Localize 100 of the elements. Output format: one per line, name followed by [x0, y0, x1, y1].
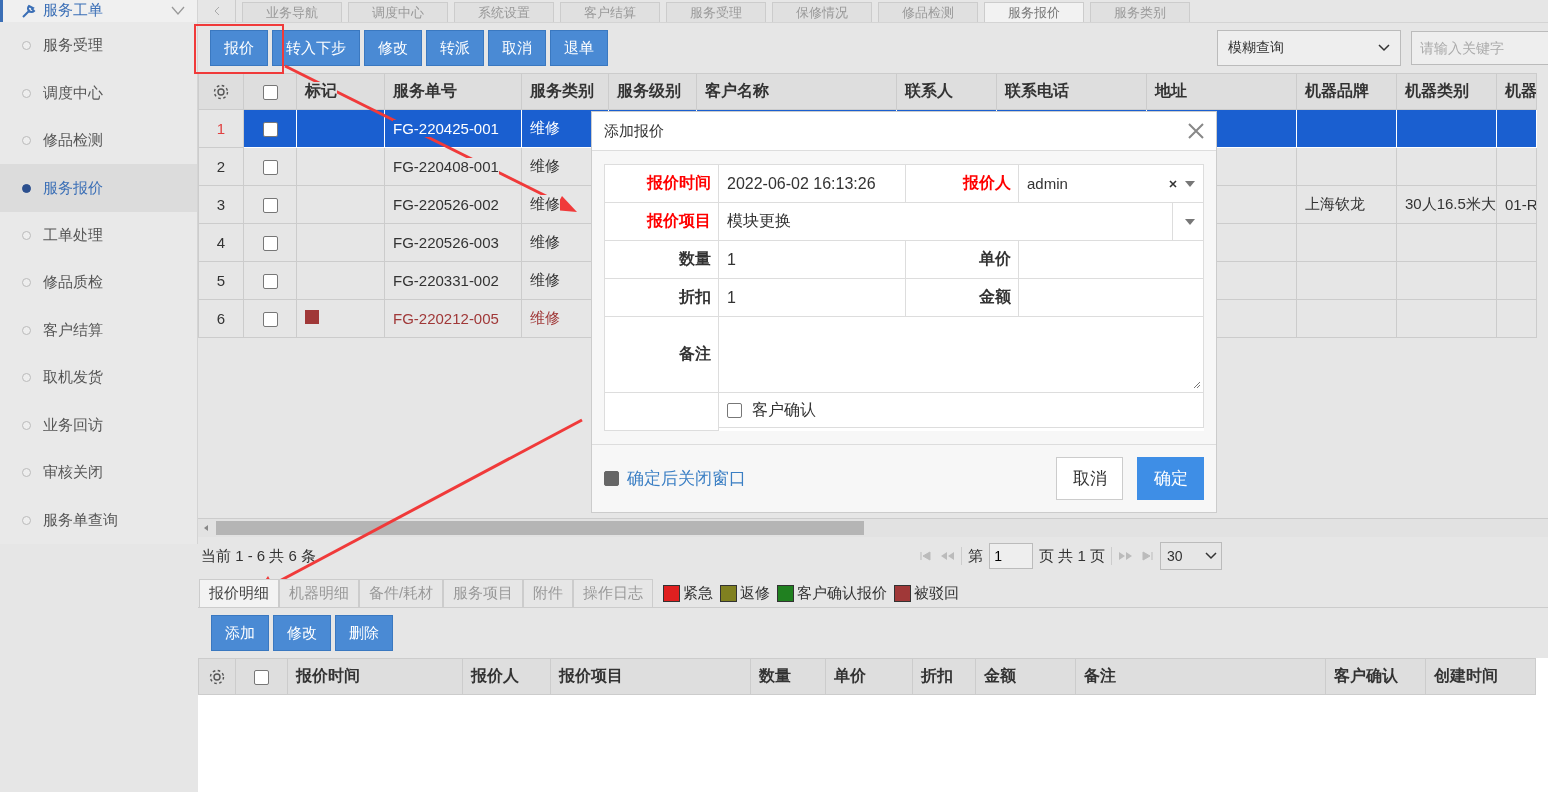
select-field[interactable]: 模块更换: [719, 203, 1204, 241]
page-label: 第: [968, 546, 984, 566]
record-summary: 当前 1 - 6 共 6 条: [201, 546, 317, 566]
sidebar-item[interactable]: 修品质检: [0, 259, 197, 307]
column-header[interactable]: 地址: [1146, 73, 1297, 110]
column-header[interactable]: 联系人: [896, 73, 997, 110]
row-checkbox[interactable]: [262, 274, 278, 290]
page-number-field[interactable]: 1: [989, 543, 1034, 569]
sidebar-item[interactable]: 业务回访: [0, 401, 197, 450]
column-header[interactable]: 报价时间: [287, 658, 463, 695]
column-header[interactable]: 报价人: [462, 658, 551, 695]
input-field[interactable]: [1019, 279, 1204, 317]
column-settings-header[interactable]: [198, 73, 244, 110]
toolbar-button[interactable]: 修改: [364, 30, 422, 66]
toolbar-button[interactable]: 修改: [273, 615, 331, 651]
chevron-left-icon: [212, 5, 221, 16]
sidebar-item[interactable]: 取机发货: [0, 354, 197, 402]
select-all-checkbox[interactable]: [254, 669, 269, 685]
toolbar-button[interactable]: 转派: [426, 30, 484, 66]
column-header[interactable]: 金额: [975, 658, 1076, 695]
settings-icon[interactable]: [212, 82, 230, 101]
notes-field[interactable]: [719, 317, 1204, 393]
toolbar-button[interactable]: 转入下步: [272, 30, 360, 66]
row-number: 1: [198, 109, 244, 148]
legend-label: 被驳回: [914, 583, 960, 603]
row-number: 5: [198, 261, 244, 300]
table-cell: 维修: [530, 157, 560, 174]
table-cell: 维修: [530, 309, 560, 326]
toolbar-button[interactable]: 删除: [335, 615, 393, 651]
field-label: 备注: [679, 344, 711, 364]
legend-label: 返修: [740, 583, 771, 603]
column-header[interactable]: 客户确认: [1325, 658, 1426, 695]
column-header[interactable]: 备注: [1075, 658, 1326, 695]
tab[interactable]: 报价明细: [199, 579, 279, 607]
sidebar-item[interactable]: 服务报价: [0, 164, 197, 212]
sidebar-header[interactable]: 服务工单: [0, 0, 197, 22]
row-number: 3: [198, 185, 244, 224]
table-cell: 维修: [530, 271, 560, 288]
horizontal-scrollbar[interactable]: [198, 518, 1548, 537]
column-header[interactable]: 机器品牌: [1296, 73, 1397, 110]
column-header[interactable]: 服务级别: [608, 73, 697, 110]
column-header[interactable]: 创建时间: [1425, 658, 1536, 695]
sidebar-item[interactable]: 客户结算: [0, 306, 197, 355]
sidebar-item[interactable]: 修品检测: [0, 116, 197, 165]
row-checkbox[interactable]: [262, 236, 278, 252]
row-number: 2: [198, 147, 244, 186]
input-field[interactable]: 1: [719, 241, 906, 279]
clear-icon[interactable]: [1169, 179, 1177, 188]
table-cell: FG-220408-001: [393, 158, 499, 175]
sidebar-item[interactable]: 服务受理: [0, 22, 197, 70]
wrench-icon: [21, 3, 37, 19]
confirm-button[interactable]: 确定: [1137, 457, 1204, 500]
search-mode-select[interactable]: 模糊查询: [1217, 30, 1401, 66]
toolbar-button[interactable]: 取消: [488, 30, 546, 66]
input-field[interactable]: [1019, 241, 1204, 279]
toolbar-button[interactable]: 报价: [210, 30, 268, 66]
select-all-checkbox[interactable]: [262, 84, 278, 100]
column-header[interactable]: 机器类别: [1396, 73, 1497, 110]
sidebar-item[interactable]: 调度中心: [0, 69, 197, 117]
checkbox[interactable]: [727, 402, 742, 418]
table-cell: 维修: [530, 233, 560, 250]
cancel-button[interactable]: 取消: [1056, 457, 1123, 500]
row-number: 4: [198, 223, 244, 262]
column-header[interactable]: 数量: [750, 658, 826, 695]
scroll-left-icon[interactable]: [202, 524, 210, 532]
row-checkbox[interactable]: [262, 160, 278, 176]
column-header[interactable]: 联系电话: [996, 73, 1147, 110]
column-header[interactable]: 服务类别: [521, 73, 609, 110]
sidebar-item[interactable]: 工单处理: [0, 211, 197, 260]
field-label: 报价项目: [647, 211, 711, 231]
checkbox[interactable]: [604, 471, 619, 486]
sidebar-item[interactable]: 服务单查询: [0, 496, 197, 544]
close-icon[interactable]: [1188, 123, 1204, 139]
checkbox-label: 客户确认: [752, 399, 816, 420]
tab[interactable]: 服务报价: [984, 2, 1084, 22]
column-header[interactable]: 客户名称: [696, 73, 897, 110]
checkbox-label: 确定后关闭窗口: [627, 468, 746, 490]
page-size-select[interactable]: 30: [1160, 542, 1222, 570]
search-field[interactable]: 请输入关键字: [1411, 31, 1548, 65]
table-cell: 维修: [530, 119, 560, 136]
select-field[interactable]: admin: [1019, 165, 1204, 203]
legend-label: 紧急: [683, 583, 714, 603]
dropdown-icon[interactable]: [1185, 218, 1195, 225]
resize-grip-icon[interactable]: [1193, 381, 1201, 389]
dropdown-icon[interactable]: [1185, 180, 1195, 187]
toolbar-button[interactable]: 添加: [211, 615, 269, 651]
row-checkbox[interactable]: [262, 312, 278, 328]
toolbar-button[interactable]: 退单: [550, 30, 608, 66]
column-header[interactable]: 标记: [296, 73, 385, 110]
row-checkbox[interactable]: [262, 122, 278, 138]
column-header[interactable]: 单价: [825, 658, 913, 695]
input-field[interactable]: 2022-06-02 16:13:26: [719, 165, 906, 203]
column-header[interactable]: 报价项目: [550, 658, 751, 695]
column-header[interactable]: 折扣: [912, 658, 976, 695]
column-header[interactable]: 服务单号: [384, 73, 522, 110]
input-field[interactable]: 1: [719, 279, 906, 317]
sidebar-item[interactable]: 审核关闭: [0, 449, 197, 497]
settings-icon[interactable]: [208, 667, 226, 686]
row-checkbox[interactable]: [262, 198, 278, 214]
chevron-icon: [171, 6, 185, 16]
